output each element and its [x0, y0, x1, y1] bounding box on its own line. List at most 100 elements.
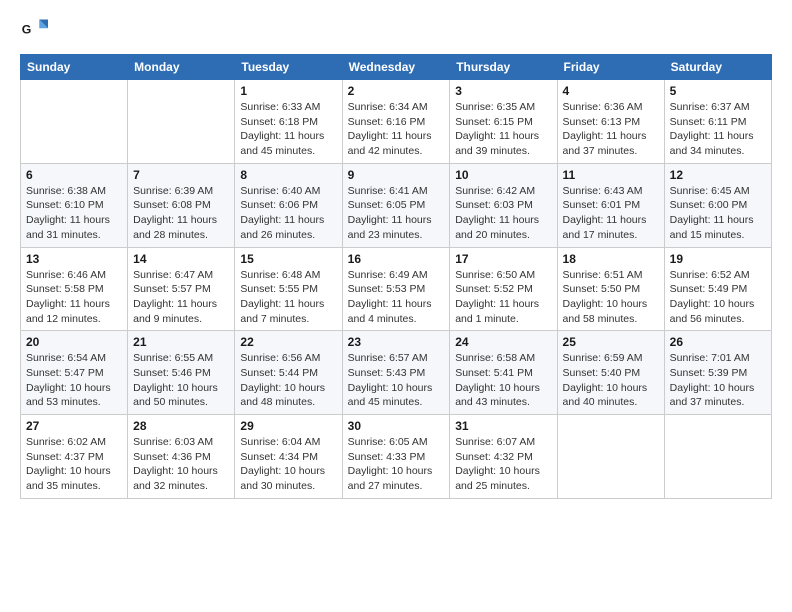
- calendar-cell: 27 Sunrise: 6:02 AM Sunset: 4:37 PM Dayli…: [21, 415, 128, 499]
- day-number: 9: [348, 168, 445, 182]
- weekday-header-wednesday: Wednesday: [342, 55, 450, 80]
- day-info: Sunrise: 6:55 AM Sunset: 5:46 PM Dayligh…: [133, 351, 229, 410]
- calendar-cell: 3 Sunrise: 6:35 AM Sunset: 6:15 PM Daylig…: [450, 80, 557, 164]
- calendar-cell: 9 Sunrise: 6:41 AM Sunset: 6:05 PM Daylig…: [342, 163, 450, 247]
- day-number: 29: [240, 419, 336, 433]
- day-number: 1: [240, 84, 336, 98]
- calendar-cell: 2 Sunrise: 6:34 AM Sunset: 6:16 PM Daylig…: [342, 80, 450, 164]
- calendar-cell: 23 Sunrise: 6:57 AM Sunset: 5:43 PM Dayli…: [342, 331, 450, 415]
- calendar-cell: [664, 415, 771, 499]
- day-number: 20: [26, 335, 122, 349]
- weekday-header-sunday: Sunday: [21, 55, 128, 80]
- calendar-week-1: 1 Sunrise: 6:33 AM Sunset: 6:18 PM Daylig…: [21, 80, 772, 164]
- page: G SundayMondayTuesdayWednesdayThursdayFr…: [0, 0, 792, 612]
- day-info: Sunrise: 6:40 AM Sunset: 6:06 PM Dayligh…: [240, 184, 336, 243]
- day-info: Sunrise: 6:39 AM Sunset: 6:08 PM Dayligh…: [133, 184, 229, 243]
- svg-text:G: G: [22, 23, 32, 37]
- calendar-cell: [21, 80, 128, 164]
- calendar-cell: 8 Sunrise: 6:40 AM Sunset: 6:06 PM Daylig…: [235, 163, 342, 247]
- day-info: Sunrise: 6:49 AM Sunset: 5:53 PM Dayligh…: [348, 268, 445, 327]
- calendar-cell: 17 Sunrise: 6:50 AM Sunset: 5:52 PM Dayli…: [450, 247, 557, 331]
- day-number: 31: [455, 419, 551, 433]
- calendar-cell: 18Sunrise: 6:51 AM Sunset: 5:50 PM Dayli…: [557, 247, 664, 331]
- day-number: 27: [26, 419, 122, 433]
- calendar-cell: 10 Sunrise: 6:42 AM Sunset: 6:03 PM Dayli…: [450, 163, 557, 247]
- day-info: Sunrise: 6:47 AM Sunset: 5:57 PM Dayligh…: [133, 268, 229, 327]
- calendar-cell: 12Sunrise: 6:45 AM Sunset: 6:00 PM Dayli…: [664, 163, 771, 247]
- calendar-week-4: 20 Sunrise: 6:54 AM Sunset: 5:47 PM Dayli…: [21, 331, 772, 415]
- calendar-cell: 16 Sunrise: 6:49 AM Sunset: 5:53 PM Dayli…: [342, 247, 450, 331]
- calendar-week-5: 27 Sunrise: 6:02 AM Sunset: 4:37 PM Dayli…: [21, 415, 772, 499]
- calendar-cell: 4Sunrise: 6:36 AM Sunset: 6:13 PM Daylig…: [557, 80, 664, 164]
- day-number: 21: [133, 335, 229, 349]
- calendar-cell: 13 Sunrise: 6:46 AM Sunset: 5:58 PM Dayli…: [21, 247, 128, 331]
- day-info: Sunrise: 6:46 AM Sunset: 5:58 PM Dayligh…: [26, 268, 122, 327]
- day-number: 13: [26, 252, 122, 266]
- day-info: Sunrise: 6:45 AM Sunset: 6:00 PM Dayligh…: [670, 184, 766, 243]
- weekday-header-thursday: Thursday: [450, 55, 557, 80]
- day-number: 24: [455, 335, 551, 349]
- calendar-header: SundayMondayTuesdayWednesdayThursdayFrid…: [21, 55, 772, 80]
- day-info: Sunrise: 6:02 AM Sunset: 4:37 PM Dayligh…: [26, 435, 122, 494]
- calendar-cell: 7Sunrise: 6:39 AM Sunset: 6:08 PM Daylig…: [128, 163, 235, 247]
- calendar-cell: 26Sunrise: 7:01 AM Sunset: 5:39 PM Dayli…: [664, 331, 771, 415]
- calendar-cell: [128, 80, 235, 164]
- day-number: 23: [348, 335, 445, 349]
- day-number: 3: [455, 84, 551, 98]
- day-info: Sunrise: 6:33 AM Sunset: 6:18 PM Dayligh…: [240, 100, 336, 159]
- day-number: 17: [455, 252, 551, 266]
- day-number: 28: [133, 419, 229, 433]
- day-number: 5: [670, 84, 766, 98]
- day-info: Sunrise: 6:56 AM Sunset: 5:44 PM Dayligh…: [240, 351, 336, 410]
- day-number: 30: [348, 419, 445, 433]
- day-info: Sunrise: 6:58 AM Sunset: 5:41 PM Dayligh…: [455, 351, 551, 410]
- day-number: 15: [240, 252, 336, 266]
- day-number: 4: [563, 84, 659, 98]
- day-info: Sunrise: 6:07 AM Sunset: 4:32 PM Dayligh…: [455, 435, 551, 494]
- day-number: 14: [133, 252, 229, 266]
- day-info: Sunrise: 6:04 AM Sunset: 4:34 PM Dayligh…: [240, 435, 336, 494]
- day-number: 26: [670, 335, 766, 349]
- day-info: Sunrise: 6:50 AM Sunset: 5:52 PM Dayligh…: [455, 268, 551, 327]
- day-number: 11: [563, 168, 659, 182]
- calendar-cell: 1 Sunrise: 6:33 AM Sunset: 6:18 PM Daylig…: [235, 80, 342, 164]
- weekday-header-tuesday: Tuesday: [235, 55, 342, 80]
- calendar-week-2: 6 Sunrise: 6:38 AM Sunset: 6:10 PM Daylig…: [21, 163, 772, 247]
- day-number: 2: [348, 84, 445, 98]
- calendar-cell: 24 Sunrise: 6:58 AM Sunset: 5:41 PM Dayli…: [450, 331, 557, 415]
- day-info: Sunrise: 6:03 AM Sunset: 4:36 PM Dayligh…: [133, 435, 229, 494]
- calendar-week-3: 13 Sunrise: 6:46 AM Sunset: 5:58 PM Dayli…: [21, 247, 772, 331]
- calendar-cell: 25Sunrise: 6:59 AM Sunset: 5:40 PM Dayli…: [557, 331, 664, 415]
- day-number: 22: [240, 335, 336, 349]
- calendar-cell: [557, 415, 664, 499]
- logo: G: [20, 16, 52, 44]
- day-number: 16: [348, 252, 445, 266]
- day-number: 8: [240, 168, 336, 182]
- weekday-row: SundayMondayTuesdayWednesdayThursdayFrid…: [21, 55, 772, 80]
- day-info: Sunrise: 6:42 AM Sunset: 6:03 PM Dayligh…: [455, 184, 551, 243]
- day-info: Sunrise: 6:59 AM Sunset: 5:40 PM Dayligh…: [563, 351, 659, 410]
- day-info: Sunrise: 6:52 AM Sunset: 5:49 PM Dayligh…: [670, 268, 766, 327]
- calendar-body: 1 Sunrise: 6:33 AM Sunset: 6:18 PM Daylig…: [21, 80, 772, 499]
- calendar-cell: 19Sunrise: 6:52 AM Sunset: 5:49 PM Dayli…: [664, 247, 771, 331]
- calendar-cell: 11Sunrise: 6:43 AM Sunset: 6:01 PM Dayli…: [557, 163, 664, 247]
- weekday-header-monday: Monday: [128, 55, 235, 80]
- day-info: Sunrise: 6:41 AM Sunset: 6:05 PM Dayligh…: [348, 184, 445, 243]
- calendar-cell: 22 Sunrise: 6:56 AM Sunset: 5:44 PM Dayli…: [235, 331, 342, 415]
- day-info: Sunrise: 6:48 AM Sunset: 5:55 PM Dayligh…: [240, 268, 336, 327]
- weekday-header-saturday: Saturday: [664, 55, 771, 80]
- day-info: Sunrise: 6:57 AM Sunset: 5:43 PM Dayligh…: [348, 351, 445, 410]
- calendar-cell: 20 Sunrise: 6:54 AM Sunset: 5:47 PM Dayli…: [21, 331, 128, 415]
- day-number: 10: [455, 168, 551, 182]
- calendar-cell: 6 Sunrise: 6:38 AM Sunset: 6:10 PM Daylig…: [21, 163, 128, 247]
- calendar-cell: 31 Sunrise: 6:07 AM Sunset: 4:32 PM Dayli…: [450, 415, 557, 499]
- day-number: 6: [26, 168, 122, 182]
- day-info: Sunrise: 6:35 AM Sunset: 6:15 PM Dayligh…: [455, 100, 551, 159]
- day-info: Sunrise: 6:54 AM Sunset: 5:47 PM Dayligh…: [26, 351, 122, 410]
- day-info: Sunrise: 6:38 AM Sunset: 6:10 PM Dayligh…: [26, 184, 122, 243]
- day-info: Sunrise: 6:34 AM Sunset: 6:16 PM Dayligh…: [348, 100, 445, 159]
- weekday-header-friday: Friday: [557, 55, 664, 80]
- day-info: Sunrise: 6:37 AM Sunset: 6:11 PM Dayligh…: [670, 100, 766, 159]
- header: G: [20, 16, 772, 44]
- day-number: 18: [563, 252, 659, 266]
